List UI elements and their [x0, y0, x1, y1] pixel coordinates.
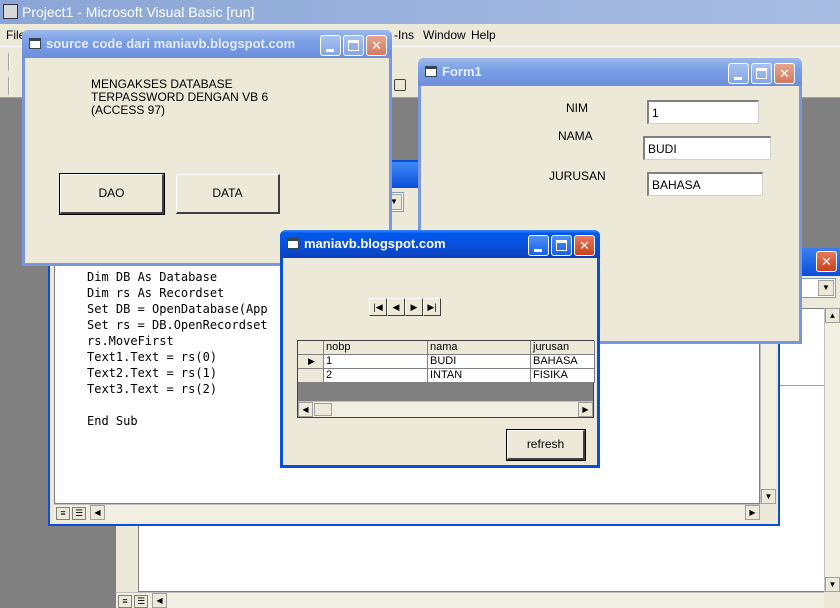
horizontal-scrollbar[interactable]: ≡ ☰ ◀ ▶ — [54, 504, 760, 522]
column-header[interactable]: nama — [428, 341, 531, 355]
data-control: |◀ ◀ ▶ ▶| — [369, 298, 443, 316]
nim-field[interactable]: 1 — [647, 100, 759, 124]
nim-label: NIM — [566, 101, 588, 115]
window-icon — [287, 238, 299, 249]
source-code-window-titlebar[interactable]: source code dari maniavb.blogspot.com ✕ — [22, 30, 392, 58]
scroll-thumb[interactable] — [314, 403, 332, 416]
first-record-icon[interactable]: |◀ — [369, 298, 387, 316]
menu-help[interactable]: Help — [471, 28, 496, 42]
close-icon[interactable]: ✕ — [574, 235, 595, 256]
menu-window[interactable]: Window — [423, 28, 466, 42]
column-header[interactable]: nobp — [324, 341, 428, 355]
scroll-left-icon[interactable]: ◀ — [298, 402, 313, 417]
maniavb-title: maniavb.blogspot.com — [304, 236, 446, 251]
data-button[interactable]: DATA — [176, 174, 280, 214]
dao-button[interactable]: DAO — [59, 173, 165, 215]
grid-header-row: nobp nama jurusan — [298, 341, 595, 355]
scroll-right-icon[interactable]: ▶ — [578, 402, 593, 417]
procedure-view-icon[interactable]: ≡ — [56, 507, 70, 520]
row-selector[interactable] — [298, 369, 324, 383]
scroll-left-icon[interactable]: ◀ — [90, 505, 105, 520]
table-row[interactable]: 2 INTAN FISIKA — [298, 369, 595, 383]
full-module-view-icon[interactable]: ☰ — [72, 507, 86, 520]
toolbar-gear-icon[interactable] — [394, 79, 406, 91]
close-icon[interactable]: ✕ — [366, 35, 387, 56]
scroll-right-icon[interactable]: ▶ — [745, 505, 760, 520]
minimize-icon[interactable] — [528, 235, 549, 256]
last-record-icon[interactable]: ▶| — [423, 298, 441, 316]
description-label: MENGAKSES DATABASE TERPASSWORD DENGAN VB… — [91, 78, 268, 117]
close-icon[interactable]: ✕ — [774, 63, 795, 84]
source-code-window-title: source code dari maniavb.blogspot.com — [46, 36, 296, 51]
form1-titlebar[interactable]: Form1 ✕ — [418, 58, 802, 86]
form1-title: Form1 — [442, 64, 482, 79]
table-row[interactable]: ▶ 1 BUDI BAHASA — [298, 355, 595, 369]
nama-field[interactable]: BUDI — [643, 136, 771, 160]
current-row-indicator: ▶ — [298, 355, 324, 369]
toolbar-separator — [8, 53, 10, 71]
next-record-icon[interactable]: ▶ — [405, 298, 423, 316]
horizontal-scrollbar[interactable]: ≡ ☰ ◀ — [116, 592, 824, 608]
ide-title-bar: Project1 - Microsoft Visual Basic [run] — [0, 0, 840, 24]
minimize-icon[interactable] — [728, 63, 749, 84]
previous-record-icon[interactable]: ◀ — [387, 298, 405, 316]
grid-horizontal-scrollbar[interactable]: ◀ ▶ — [298, 401, 593, 417]
menu-add-ins[interactable]: -Ins — [394, 28, 414, 42]
column-header[interactable]: jurusan — [531, 341, 595, 355]
maximize-icon[interactable] — [751, 63, 772, 84]
scroll-down-icon[interactable]: ▼ — [761, 489, 776, 504]
maniavb-titlebar[interactable]: maniavb.blogspot.com ✕ — [280, 230, 600, 258]
vb-app-icon — [3, 4, 18, 19]
vertical-scrollbar[interactable]: ▲ ▼ — [824, 308, 840, 592]
nama-label: NAMA — [558, 129, 593, 143]
data-grid[interactable]: nobp nama jurusan ▶ 1 BUDI BAHASA 2 INTA… — [297, 340, 595, 418]
grid-corner — [298, 341, 324, 355]
grid-cell[interactable]: 1 — [324, 355, 428, 369]
grid-cell[interactable]: FISIKA — [531, 369, 595, 383]
maximize-icon[interactable] — [551, 235, 572, 256]
scroll-up-icon[interactable]: ▲ — [825, 308, 840, 323]
procedure-view-icon[interactable]: ≡ — [118, 595, 132, 608]
full-module-view-icon[interactable]: ☰ — [134, 595, 148, 608]
scroll-left-icon[interactable]: ◀ — [152, 593, 167, 608]
chevron-down-icon[interactable]: ▼ — [818, 280, 834, 296]
ide-title: Project1 - Microsoft Visual Basic [run] — [22, 4, 255, 20]
window-icon — [425, 66, 437, 77]
grid-cell[interactable]: 2 — [324, 369, 428, 383]
refresh-button[interactable]: refresh — [506, 429, 586, 461]
description-line: (ACCESS 97) — [91, 103, 166, 117]
grid-cell[interactable]: BUDI — [428, 355, 531, 369]
grid-cell[interactable]: BAHASA — [531, 355, 595, 369]
window-icon — [29, 38, 41, 49]
jurusan-field[interactable]: BAHASA — [647, 172, 763, 196]
toolbar-separator — [8, 77, 10, 95]
jurusan-label: JURUSAN — [549, 169, 606, 183]
close-icon[interactable]: ✕ — [816, 251, 837, 272]
scroll-down-icon[interactable]: ▼ — [825, 577, 840, 592]
grid-cell[interactable]: INTAN — [428, 369, 531, 383]
minimize-icon[interactable] — [320, 35, 341, 56]
maximize-icon[interactable] — [343, 35, 364, 56]
maniavb-window: maniavb.blogspot.com ✕ |◀ ◀ ▶ ▶| nobp na… — [280, 230, 600, 468]
